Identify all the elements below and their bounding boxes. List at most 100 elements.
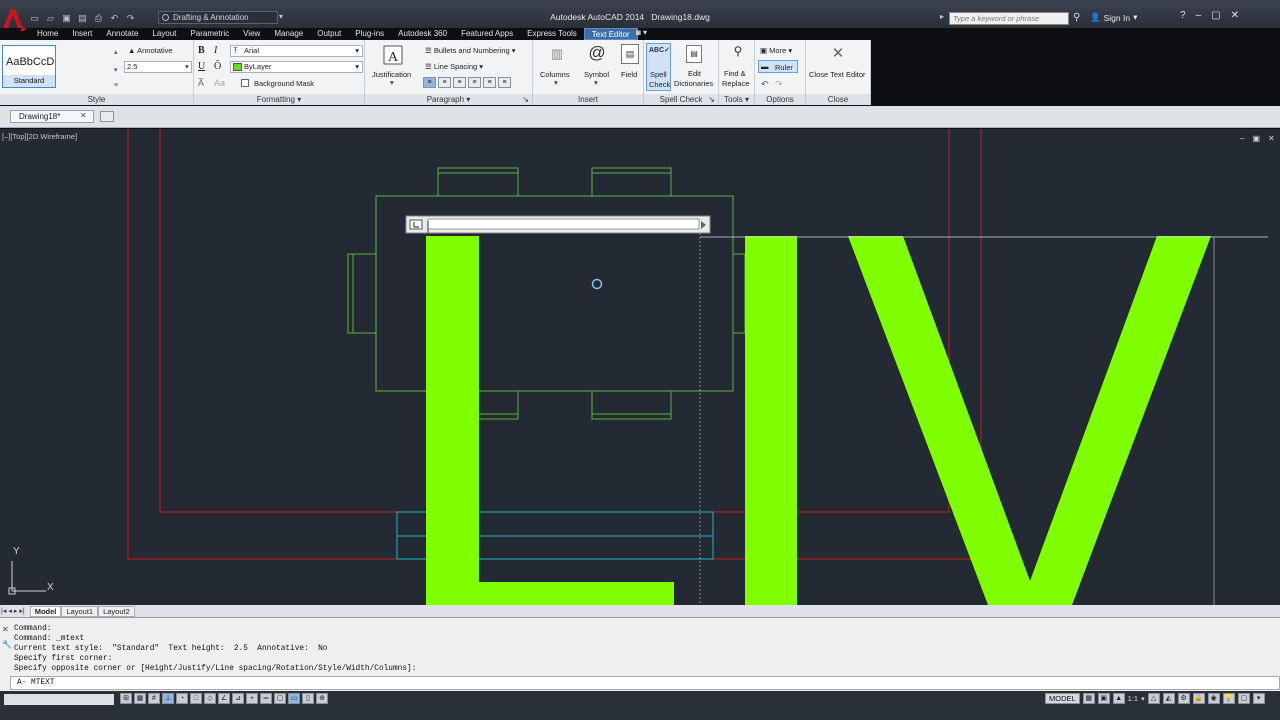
save-as-icon[interactable]: ▤	[76, 12, 89, 24]
tab-output[interactable]: Output	[310, 28, 348, 40]
chevron-down-icon[interactable]: ▾	[279, 12, 283, 21]
annotation-scale-value[interactable]: 1:1	[1128, 694, 1138, 703]
annotative-button[interactable]: ▲ Annotative	[128, 46, 173, 55]
maximize-icon[interactable]: ▢	[1211, 10, 1220, 21]
find-replace-label-1[interactable]: Find &	[724, 69, 746, 78]
tab-model[interactable]: Model	[29, 605, 62, 617]
tab-selector-icon[interactable]	[409, 219, 423, 230]
coordinate-display[interactable]	[4, 694, 114, 705]
align-right-icon[interactable]: ≡	[453, 77, 466, 88]
dyn-icon[interactable]: +	[246, 693, 258, 704]
drawing-canvas[interactable]: Y X	[0, 129, 1280, 605]
save-icon[interactable]: ▣	[60, 12, 73, 24]
lineweight-icon[interactable]: ═	[260, 693, 272, 704]
minimize-icon[interactable]: –	[1196, 10, 1202, 21]
scroll-up-icon[interactable]: ▴	[114, 48, 118, 56]
infer-constraints-icon[interactable]: ⊞	[120, 693, 132, 704]
undo-icon[interactable]: ↶	[108, 12, 121, 24]
chevron-down-icon[interactable]: ▾	[594, 78, 598, 87]
quick-view-drawings-icon[interactable]: ▣	[1097, 693, 1110, 704]
paragraph-panel-label[interactable]: Paragraph ▾ ↘	[365, 94, 532, 105]
oblique-icon[interactable]: Aa	[214, 78, 225, 88]
bold-button[interactable]: B	[198, 45, 205, 56]
dialog-launcher-icon[interactable]: ↘	[522, 94, 529, 105]
expand-gallery-icon[interactable]: ≡	[114, 82, 118, 89]
tab-insert[interactable]: Insert	[65, 28, 99, 40]
italic-button[interactable]: I	[214, 45, 217, 56]
chevron-right-icon[interactable]: ▸	[940, 12, 944, 21]
new-tab-button[interactable]	[100, 111, 114, 122]
redo-icon[interactable]: ↷	[775, 79, 783, 90]
more-button[interactable]: ▣ More ▾	[760, 46, 792, 55]
tab-view[interactable]: View	[236, 28, 267, 40]
binoculars-icon[interactable]: ⚲	[1073, 12, 1080, 23]
mtext-ruler[interactable]	[405, 215, 711, 234]
workspace-switch-icon[interactable]: ⚙	[1177, 693, 1190, 704]
tab-layout[interactable]: Layout	[145, 28, 183, 40]
otrack-icon[interactable]: ∠	[218, 693, 230, 704]
dialog-launcher-icon[interactable]: ↘	[708, 94, 715, 105]
search-input[interactable]: Type a keyword or phrase	[949, 12, 1069, 25]
autocad-logo-icon[interactable]	[0, 6, 26, 32]
ribbon-options-icon[interactable]: ◙ ▾	[636, 28, 647, 37]
tab-annotate[interactable]: Annotate	[99, 28, 145, 40]
annotation-scale-icon[interactable]: ▲	[1112, 693, 1125, 704]
help-icon[interactable]: ?	[1180, 10, 1186, 21]
ducs-icon[interactable]: ⊿	[232, 693, 244, 704]
tab-parametric[interactable]: Parametric	[183, 28, 236, 40]
annotation-visibility-icon[interactable]: △	[1147, 693, 1160, 704]
tab-layout2[interactable]: Layout2	[98, 605, 135, 617]
isolate-objects-icon[interactable]: 💡	[1222, 693, 1235, 704]
tab-text-editor[interactable]: Text Editor	[583, 28, 638, 40]
ruler-button[interactable]: ▬ Ruler	[758, 60, 798, 73]
ortho-icon[interactable]: ⊥	[162, 693, 174, 704]
first-layout-icon[interactable]: |◂	[0, 607, 7, 615]
undo-icon[interactable]: ↶	[761, 79, 769, 90]
spell-check-button[interactable]: ABC✓ Spell Check	[646, 43, 671, 91]
3d-osnap-icon[interactable]: ◇	[204, 693, 216, 704]
chevron-down-icon[interactable]: ▾	[390, 78, 394, 87]
line-spacing-button[interactable]: ☰ Line Spacing ▾	[425, 62, 483, 71]
restore-icon[interactable]: ▣	[1252, 134, 1260, 143]
text-case-icon[interactable]: A̅	[198, 78, 204, 88]
close-text-editor-button[interactable]: Close Text Editor	[809, 70, 866, 79]
tab-manage[interactable]: Manage	[267, 28, 310, 40]
open-icon[interactable]: ▱	[44, 12, 57, 24]
tab-layout1[interactable]: Layout1	[61, 605, 99, 617]
justify-icon[interactable]: ≡	[468, 77, 481, 88]
snap-icon[interactable]: ▦	[134, 693, 146, 704]
chevron-down-icon[interactable]: ▾	[185, 62, 189, 71]
edit-dictionaries-label-1[interactable]: Edit	[688, 69, 701, 78]
close-icon[interactable]: ✕	[80, 111, 87, 120]
overline-button[interactable]: Ō	[214, 61, 221, 72]
quick-view-layouts-icon[interactable]: ▦	[1082, 693, 1095, 704]
tab-plug-ins[interactable]: Plug-ins	[348, 28, 391, 40]
auto-scale-icon[interactable]: ◭	[1162, 693, 1175, 704]
underline-button[interactable]: U	[198, 61, 205, 72]
paragraph-spacing-icon[interactable]: ≡	[498, 77, 511, 88]
grid-icon[interactable]: #	[148, 693, 160, 704]
find-replace-label-2[interactable]: Replace	[722, 79, 750, 88]
close-icon[interactable]: ✕	[1231, 10, 1239, 21]
tab-featured-apps[interactable]: Featured Apps	[454, 28, 520, 40]
minimize-icon[interactable]: –	[1240, 134, 1244, 143]
align-center-icon[interactable]: ≡	[438, 77, 451, 88]
edit-dictionaries-label-2[interactable]: Dictionaries	[674, 79, 713, 88]
align-left-icon[interactable]: ≡	[423, 77, 436, 88]
sign-in-button[interactable]: 👤 Sign In ▾	[1090, 12, 1137, 23]
clean-screen-icon[interactable]: ▢	[1237, 693, 1250, 704]
tab-autodesk-360[interactable]: Autodesk 360	[391, 28, 454, 40]
new-icon[interactable]: ▭	[28, 12, 41, 24]
wrench-icon[interactable]: 🔧	[2, 640, 12, 649]
field-button[interactable]: Field	[621, 70, 637, 79]
model-space-button[interactable]: MODEL	[1045, 693, 1080, 704]
workspace-dropdown[interactable]: Drafting & Annotation	[158, 11, 278, 24]
command-line-input[interactable]: A- MTEXT	[10, 676, 1280, 690]
annotation-monitor-icon[interactable]: ⊕	[316, 693, 328, 704]
tab-express-tools[interactable]: Express Tools	[520, 28, 584, 40]
selection-cycling-icon[interactable]: ▯	[302, 693, 314, 704]
viewport-controls-label[interactable]: [–][Top][2D Wireframe]	[2, 132, 77, 141]
chevron-down-icon[interactable]: ▾	[554, 78, 558, 87]
background-mask-icon[interactable]	[241, 79, 249, 87]
transparency-icon[interactable]: ▢	[274, 693, 286, 704]
